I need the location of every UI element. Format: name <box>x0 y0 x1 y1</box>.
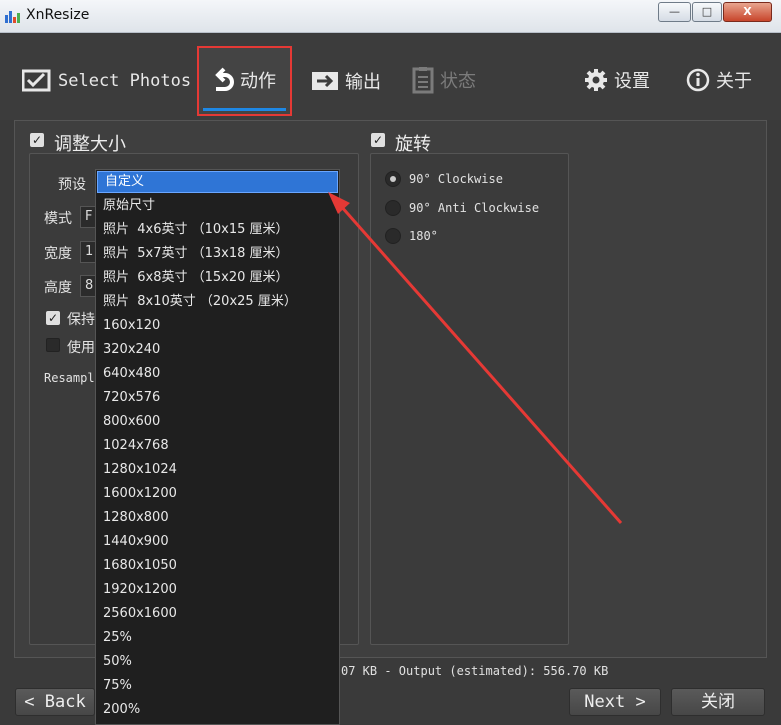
actions-label: 动作 <box>240 71 276 92</box>
preset-label: 预设 <box>58 177 86 193</box>
rotate-group <box>370 153 569 645</box>
preset-option[interactable]: 75% <box>96 674 339 698</box>
preset-option[interactable]: 25% <box>96 626 339 650</box>
preset-option[interactable]: 320x240 <box>96 338 339 362</box>
preset-option[interactable]: 照片 6x8英寸 （15x20 厘米） <box>96 266 339 290</box>
keep-ratio-checkbox[interactable]: ✓ <box>46 311 60 325</box>
use-label: 使用 <box>67 340 95 356</box>
preset-option[interactable]: 640x480 <box>96 362 339 386</box>
preset-option[interactable]: 1280x1024 <box>96 458 339 482</box>
preset-option[interactable]: 720x576 <box>96 386 339 410</box>
preset-option[interactable]: 1280x800 <box>96 506 339 530</box>
preset-option[interactable]: 照片 8x10英寸 （20x25 厘米） <box>96 290 339 314</box>
tab-output[interactable]: 输出 <box>311 65 381 97</box>
maximize-button[interactable]: □ <box>692 2 722 22</box>
clipboard-icon <box>412 67 434 94</box>
about-button[interactable]: 关于 <box>686 64 752 96</box>
about-label: 关于 <box>716 71 752 92</box>
window-title: XnResize <box>26 7 90 23</box>
rotate-90-acw-label: 90° Anti Clockwise <box>409 201 540 215</box>
size-estimate-text: 07 KB - Output (estimated): 556.70 KB <box>341 664 609 678</box>
status-label: 状态 <box>440 71 476 92</box>
output-label: 输出 <box>345 72 381 93</box>
preset-dropdown-list[interactable]: 自定义 原始尺寸 照片 4x6英寸 （10x15 厘米） 照片 5x7英寸 （13x1… <box>95 169 340 725</box>
rotate-90-acw-radio[interactable] <box>385 200 401 216</box>
settings-label: 设置 <box>614 71 650 92</box>
select-photos-label: Select Photos <box>58 71 192 91</box>
settings-button[interactable]: 设置 <box>584 64 650 96</box>
rotate-90-cw-radio[interactable] <box>385 171 401 187</box>
actions-icon <box>215 67 234 91</box>
preset-option[interactable]: 2560x1600 <box>96 602 339 626</box>
rotate-90-cw-label: 90° Clockwise <box>409 172 503 186</box>
title-bar: XnResize — □ X <box>0 0 781 33</box>
info-icon <box>686 68 710 92</box>
preset-option[interactable]: 200% <box>96 698 339 722</box>
resize-checkbox[interactable]: ✓ <box>30 133 44 147</box>
preset-option[interactable]: 照片 5x7英寸 （13x18 厘米） <box>96 242 339 266</box>
preset-option[interactable]: 原始尺寸 <box>96 194 339 218</box>
preset-option[interactable]: 800x600 <box>96 410 339 434</box>
preset-option-selected[interactable]: 自定义 <box>97 171 338 193</box>
tab-status[interactable]: 状态 <box>412 64 476 96</box>
preset-option[interactable]: 1440x900 <box>96 530 339 554</box>
active-tab-underline <box>203 108 286 111</box>
tab-actions[interactable]: 动作 <box>212 64 276 96</box>
preset-option[interactable]: 50% <box>96 650 339 674</box>
rotate-180-label: 180° <box>409 229 438 243</box>
app-icon <box>5 9 20 23</box>
height-label: 高度 <box>44 280 72 296</box>
resample-label: Resampl <box>44 371 95 385</box>
preset-option[interactable]: 1680x1050 <box>96 554 339 578</box>
width-label: 宽度 <box>44 246 72 262</box>
preset-option[interactable]: 1024x768 <box>96 434 339 458</box>
close-button[interactable]: 关闭 <box>671 688 765 716</box>
preset-option[interactable]: 1920x1200 <box>96 578 339 602</box>
preset-option[interactable]: 1600x1200 <box>96 482 339 506</box>
keep-ratio-label: 保持 <box>67 312 95 328</box>
close-window-button[interactable]: X <box>723 2 772 22</box>
use-checkbox[interactable] <box>46 338 60 352</box>
next-button[interactable]: Next > <box>569 688 661 716</box>
preset-option[interactable]: 照片 4x6英寸 （10x15 厘米） <box>96 218 339 242</box>
rotate-checkbox[interactable]: ✓ <box>371 133 385 147</box>
gear-icon <box>585 69 607 91</box>
minimize-button[interactable]: — <box>658 2 691 22</box>
preset-option[interactable]: 160x120 <box>96 314 339 338</box>
back-button[interactable]: < Back <box>15 688 95 716</box>
output-icon <box>312 72 338 90</box>
mode-label: 模式 <box>44 211 72 227</box>
tab-select-photos[interactable]: Select Photos <box>22 65 191 97</box>
rotate-180-radio[interactable] <box>385 228 401 244</box>
select-photos-icon <box>22 69 51 92</box>
